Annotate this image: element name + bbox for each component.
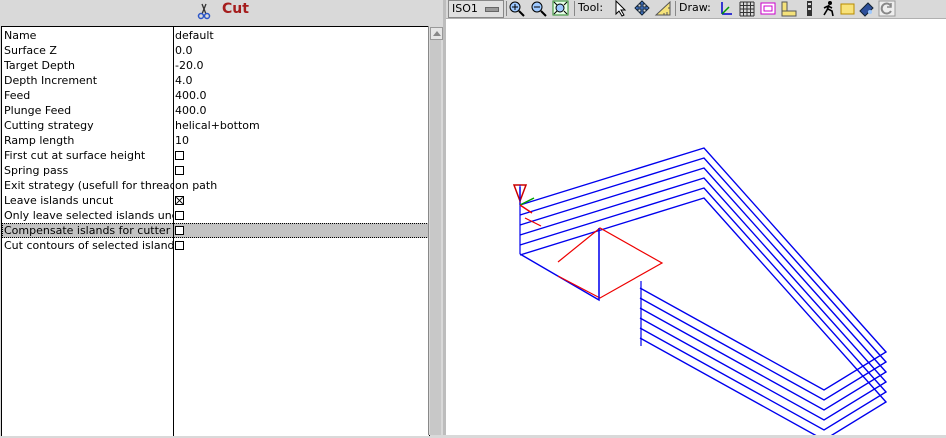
property-row[interactable]: Ramp length 10 [2, 133, 429, 148]
property-name: Leave islands uncut [4, 194, 114, 207]
property-name: Compensate islands for cutter [4, 224, 171, 237]
property-value-cell[interactable] [175, 148, 184, 163]
property-checkbox[interactable] [175, 166, 184, 175]
property-row[interactable]: Depth Increment 4.0 [2, 73, 429, 88]
property-checkbox[interactable] [175, 151, 184, 160]
property-name: Spring pass [4, 164, 69, 177]
margin-box-icon[interactable] [759, 0, 777, 17]
property-row[interactable]: Spring pass [2, 163, 429, 178]
property-checkbox[interactable] [175, 226, 184, 235]
contour-layer [519, 187, 888, 431]
panel-header: Cut [0, 0, 443, 24]
property-row[interactable]: Leave islands uncut [2, 193, 429, 208]
property-value-cell[interactable] [175, 193, 184, 208]
table-scrollbar[interactable] [428, 26, 443, 435]
toolbar-separator [574, 1, 575, 16]
property-name: Exit strategy (usefull for threads) [4, 179, 173, 192]
property-name: Surface Z [4, 44, 57, 57]
property-name: Depth Increment [4, 74, 98, 87]
property-value-cell[interactable] [175, 163, 184, 178]
zoom-out-icon[interactable] [530, 0, 548, 17]
property-name: Cutting strategy [4, 119, 94, 132]
origin-axis-icon [512, 184, 535, 214]
toolbar-separator [675, 1, 676, 16]
scroll-up-arrow-icon[interactable] [430, 27, 443, 40]
property-row[interactable]: Target Depth -20.0 [2, 58, 429, 73]
property-value[interactable]: 400.0 [175, 88, 207, 103]
property-checkbox[interactable] [175, 196, 184, 205]
property-name: Name [4, 29, 37, 42]
refresh-icon[interactable] [878, 0, 896, 17]
panel-title: Cut [222, 1, 249, 17]
property-value[interactable]: -20.0 [175, 58, 203, 73]
property-row[interactable]: Compensate islands for cutter [2, 223, 429, 238]
property-name: Target Depth [4, 59, 76, 72]
property-value[interactable]: 4.0 [175, 73, 193, 88]
property-value[interactable]: 0.0 [175, 43, 193, 58]
property-name: Plunge Feed [4, 104, 72, 117]
walk-icon[interactable] [820, 0, 838, 17]
toolpath-3d-view[interactable] [446, 19, 946, 438]
draw-label: Draw: [679, 1, 711, 14]
view-select-value: ISO1 [452, 2, 478, 15]
toolpath-contours [519, 147, 888, 438]
rapid-move-icon[interactable] [801, 0, 819, 17]
scissors-icon [196, 2, 212, 20]
property-value[interactable]: helical+bottom [175, 118, 260, 133]
pointer-icon[interactable] [612, 0, 630, 17]
property-value[interactable]: 400.0 [175, 103, 207, 118]
property-row[interactable]: Only leave selected islands uncut [2, 208, 429, 223]
property-value-cell[interactable] [175, 208, 184, 223]
property-table: Name default Surface Z 0.0 Target Depth -20.0… [1, 26, 430, 436]
camera-icon[interactable] [858, 0, 876, 17]
axis-icon[interactable] [717, 0, 735, 17]
ruler-triangle-icon[interactable] [654, 0, 672, 17]
zoom-fit-icon[interactable] [552, 0, 570, 17]
property-value-cell[interactable] [175, 238, 184, 253]
view-toolbar: ISO1 Tool: Draw: [446, 0, 946, 19]
property-row[interactable]: Exit strategy (usefull for threads) on pa… [2, 178, 429, 193]
grid-icon[interactable] [738, 0, 756, 17]
dropdown-icon [485, 7, 499, 12]
property-name: First cut at surface height [4, 149, 146, 162]
property-row[interactable]: Surface Z 0.0 [2, 43, 429, 58]
column-divider[interactable] [173, 27, 174, 436]
property-value[interactable]: on path [175, 178, 217, 193]
tool-label: Tool: [578, 1, 604, 14]
property-name: Feed [4, 89, 31, 102]
property-row[interactable]: Feed 400.0 [2, 88, 429, 103]
property-value-cell[interactable] [175, 223, 184, 238]
property-checkbox[interactable] [175, 211, 184, 220]
property-name: Only leave selected islands uncut [4, 209, 173, 222]
property-checkbox[interactable] [175, 241, 184, 250]
property-row[interactable]: Name default [2, 28, 429, 43]
property-name: Ramp length [4, 134, 75, 147]
scrollbar-trough[interactable] [430, 40, 441, 435]
contour-layer [519, 197, 888, 438]
property-row[interactable]: Cut contours of selected islands [2, 238, 429, 253]
contour-layer [519, 177, 888, 421]
property-value[interactable]: 10 [175, 133, 189, 148]
ruler-icon[interactable] [780, 0, 798, 17]
property-row[interactable]: Plunge Feed 400.0 [2, 103, 429, 118]
cut-properties-panel: Cut Name default Surface Z 0.0 Target Depth -… [0, 0, 443, 436]
property-row[interactable]: First cut at surface height [2, 148, 429, 163]
workpiece-icon[interactable] [839, 0, 857, 17]
property-row[interactable]: Cutting strategy helical+bottom [2, 118, 429, 133]
property-name: Cut contours of selected islands [4, 239, 173, 252]
property-value[interactable]: default [175, 28, 214, 43]
toolbar-separator [506, 1, 507, 16]
view-select[interactable]: ISO1 [448, 0, 504, 18]
pan-icon[interactable] [633, 0, 651, 17]
zoom-in-icon[interactable] [508, 0, 526, 17]
